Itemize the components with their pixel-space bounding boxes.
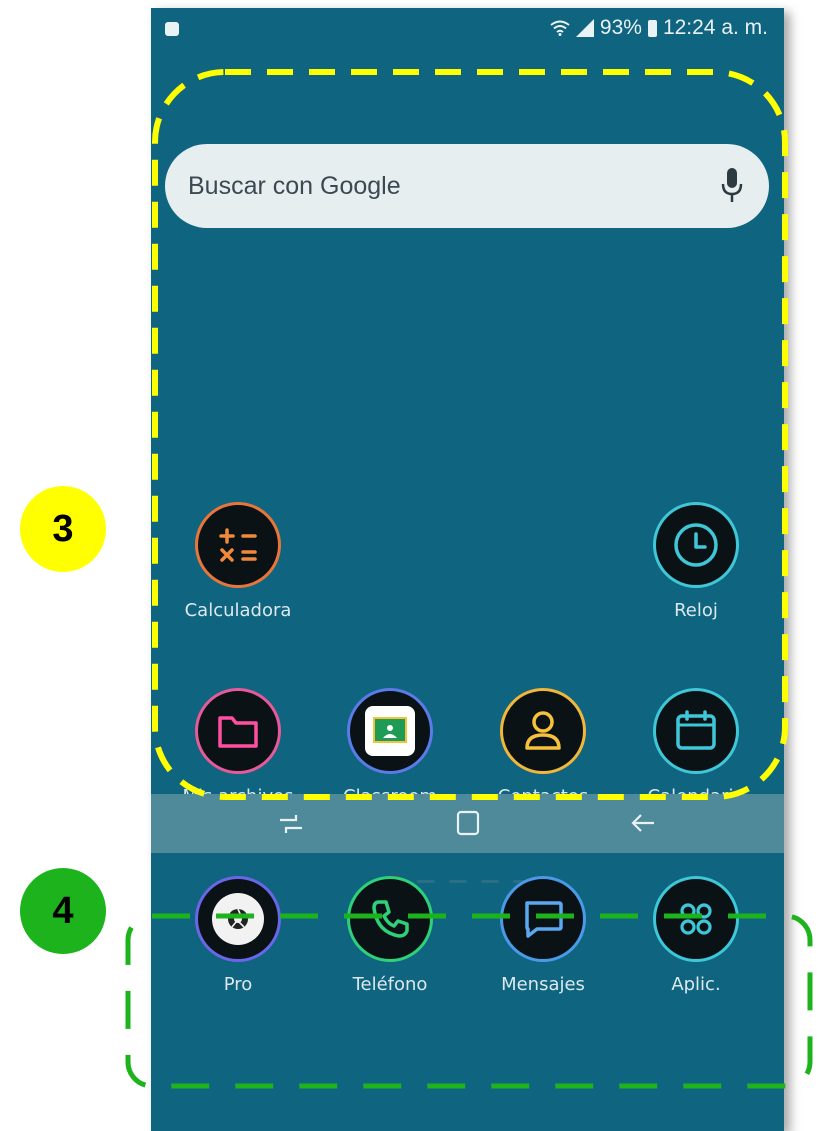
status-right: 93% 12:24 a. m. <box>550 16 768 40</box>
battery-percent: 93% <box>599 16 642 39</box>
app-mis-archivos[interactable]: Mis archivos <box>173 688 303 807</box>
badge-label: 3 <box>52 507 74 550</box>
notification-icon <box>165 22 179 36</box>
recent-apps-icon[interactable] <box>276 808 306 838</box>
mic-icon[interactable] <box>721 166 743 206</box>
home-icon[interactable] <box>453 808 483 838</box>
app-classroom[interactable]: Classroom <box>325 688 455 807</box>
badge-label: 4 <box>52 889 74 932</box>
calendar-icon <box>653 688 739 774</box>
folder-icon <box>195 688 281 774</box>
camera-icon <box>195 876 281 962</box>
app-contactos[interactable]: Contactos <box>478 688 608 807</box>
calculator-icon <box>195 502 281 588</box>
app-label: Mensajes <box>501 974 585 995</box>
dock-pro[interactable]: Pro <box>173 876 303 995</box>
dock-telefono[interactable]: Teléfono <box>325 876 455 995</box>
contact-icon <box>500 688 586 774</box>
classroom-icon <box>347 688 433 774</box>
search-placeholder: Buscar con Google <box>188 172 401 200</box>
signal-icon <box>575 19 594 37</box>
clock-icon <box>653 502 739 588</box>
phone-icon <box>347 876 433 962</box>
app-label: Reloj <box>674 600 718 621</box>
apps-icon <box>653 876 739 962</box>
app-reloj[interactable]: Reloj <box>631 502 761 621</box>
phone-screen: 93% 12:24 a. m. Buscar con Google Calcul… <box>151 8 784 1131</box>
annotation-badge-4: 4 <box>20 868 106 954</box>
message-icon <box>500 876 586 962</box>
dock-mensajes[interactable]: Mensajes <box>478 876 608 995</box>
app-label: Teléfono <box>352 974 428 995</box>
back-icon[interactable] <box>628 808 658 838</box>
app-label: Calculadora <box>184 600 292 621</box>
navigation-bar <box>151 794 784 853</box>
wifi-icon <box>550 20 570 36</box>
google-search-bar[interactable]: Buscar con Google <box>165 144 769 228</box>
clock-time: 12:24 a. m. <box>662 16 768 39</box>
battery-icon <box>647 19 657 37</box>
app-calculadora[interactable]: Calculadora <box>173 502 303 621</box>
app-calendario[interactable]: Calendario <box>631 688 761 807</box>
annotation-badge-3: 3 <box>20 486 106 572</box>
dock-aplic[interactable]: Aplic. <box>631 876 761 995</box>
status-bar: 93% 12:24 a. m. <box>151 8 784 48</box>
app-label: Aplic. <box>671 974 721 995</box>
app-label: Pro <box>223 974 253 995</box>
